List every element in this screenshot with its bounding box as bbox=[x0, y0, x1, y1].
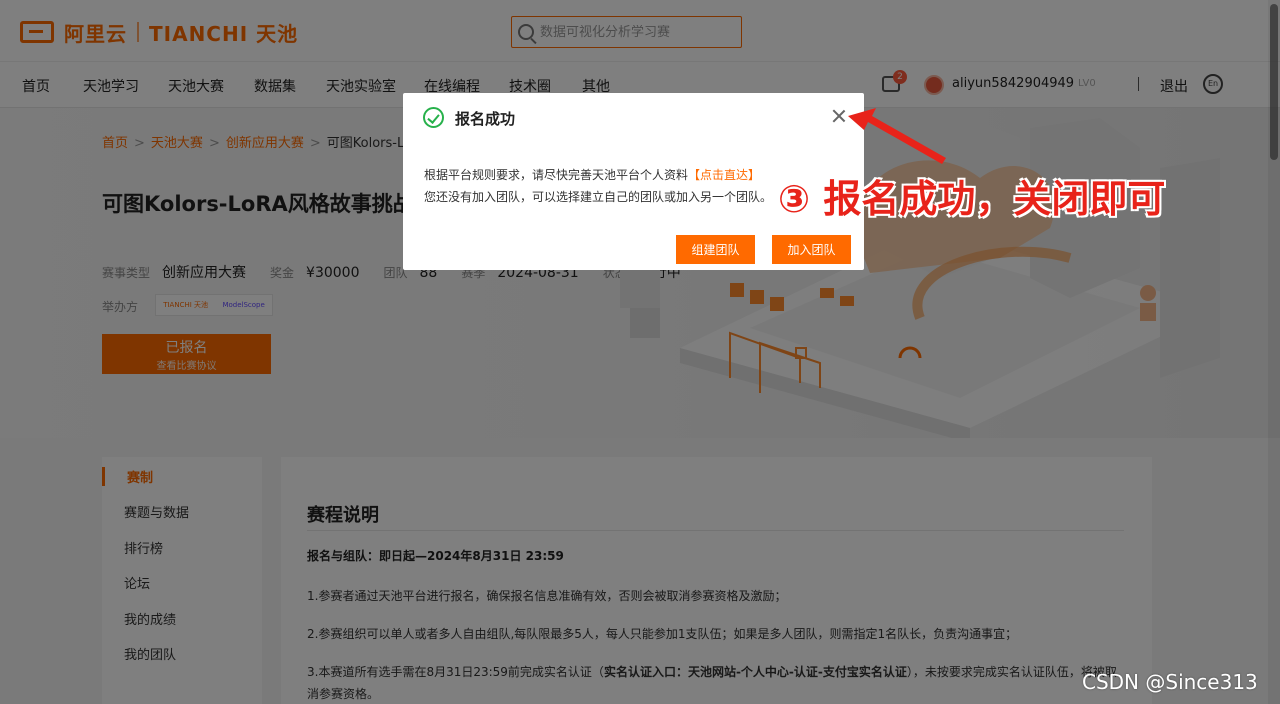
csdn-watermark: CSDN @Since313 bbox=[1082, 670, 1258, 694]
dialog-title: 报名成功 bbox=[455, 110, 516, 128]
dialog-line-1: 根据平台规则要求，请尽快完善天池平台个人资料【点击直达】 bbox=[424, 168, 761, 182]
join-team-button[interactable]: 加入团队 bbox=[772, 235, 851, 264]
profile-link[interactable]: 【点击直达】 bbox=[688, 168, 760, 182]
close-icon[interactable] bbox=[831, 108, 847, 124]
annotation-arrow bbox=[848, 108, 946, 164]
annotation-text: ③ 报名成功，关闭即可 bbox=[778, 177, 1166, 221]
dialog-line-2: 您还没有加入团队，可以选择建立自己的团队或加入另一个团队。 bbox=[424, 190, 773, 204]
success-check-icon bbox=[423, 107, 444, 128]
create-team-button[interactable]: 组建团队 bbox=[676, 235, 755, 264]
